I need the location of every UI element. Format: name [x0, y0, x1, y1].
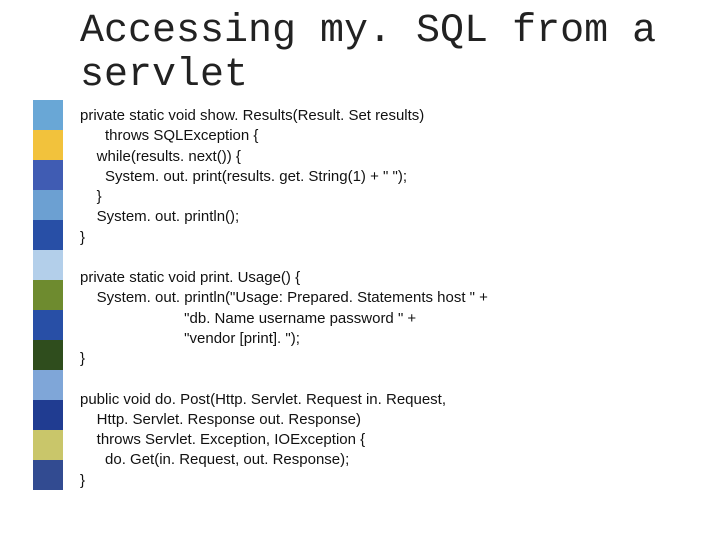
sidebar-square — [33, 460, 63, 490]
sidebar-square — [33, 220, 63, 250]
sidebar-square — [33, 310, 63, 340]
sidebar-square — [33, 430, 63, 460]
sidebar-square — [33, 130, 63, 160]
code-block: private static void show. Results(Result… — [80, 106, 640, 491]
sidebar-square — [33, 190, 63, 220]
sidebar-square — [33, 400, 63, 430]
slide-title: Accessing my. SQL from a servlet — [80, 10, 660, 98]
sidebar-square — [33, 280, 63, 310]
decorative-sidebar — [33, 100, 63, 490]
slide: Accessing my. SQL from a servlet private… — [0, 0, 720, 540]
sidebar-square — [33, 370, 63, 400]
sidebar-square — [33, 250, 63, 280]
sidebar-square — [33, 340, 63, 370]
sidebar-square — [33, 100, 63, 130]
sidebar-square — [33, 160, 63, 190]
